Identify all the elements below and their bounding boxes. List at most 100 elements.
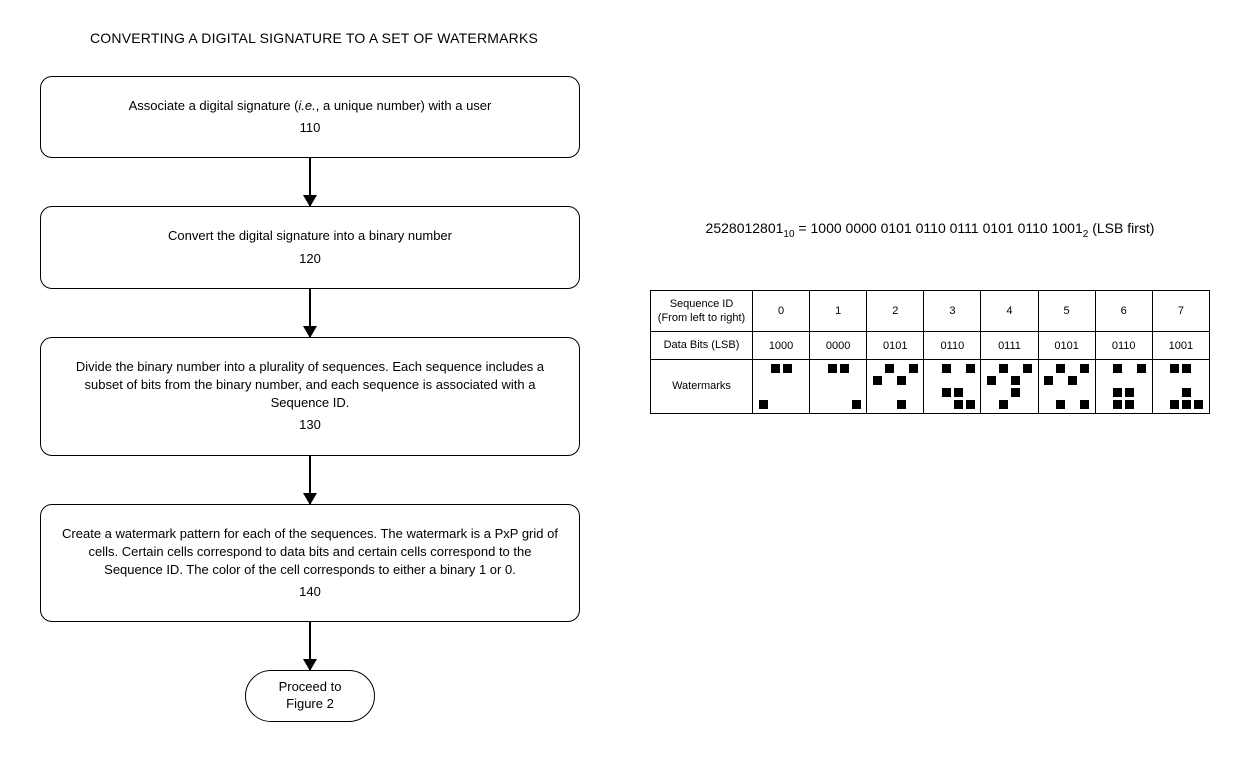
watermark-dot bbox=[1044, 400, 1053, 409]
watermark-dot bbox=[954, 400, 963, 409]
watermark-dot bbox=[1044, 376, 1053, 385]
watermark-grid bbox=[987, 364, 1032, 409]
watermark-dot bbox=[909, 400, 918, 409]
watermark-dot bbox=[930, 388, 939, 397]
watermark-dot bbox=[1068, 376, 1077, 385]
watermark-dot bbox=[942, 388, 951, 397]
watermark-dot bbox=[1137, 376, 1146, 385]
watermark-dot bbox=[828, 364, 837, 373]
watermark-dot bbox=[1011, 376, 1020, 385]
watermark-dot bbox=[816, 364, 825, 373]
watermark-dot bbox=[795, 364, 804, 373]
watermark-cell bbox=[1095, 359, 1152, 413]
watermark-dot bbox=[1023, 388, 1032, 397]
seqid-cell: 5 bbox=[1038, 290, 1095, 332]
step-text-post: , a unique number) with a user bbox=[316, 98, 492, 113]
databits-cell: 0101 bbox=[1038, 332, 1095, 359]
watermark-dot bbox=[795, 400, 804, 409]
databits-cell: 1001 bbox=[1152, 332, 1209, 359]
watermark-dot bbox=[873, 376, 882, 385]
databits-cell: 0111 bbox=[981, 332, 1038, 359]
watermark-dot bbox=[783, 364, 792, 373]
watermark-dot bbox=[1080, 388, 1089, 397]
watermark-grid bbox=[759, 364, 804, 409]
step-text-ital: i.e. bbox=[298, 98, 315, 113]
watermark-dot bbox=[759, 376, 768, 385]
watermark-dot bbox=[1182, 376, 1191, 385]
databits-cell: 0110 bbox=[924, 332, 981, 359]
watermark-dot bbox=[1170, 400, 1179, 409]
watermark-cell bbox=[867, 359, 924, 413]
watermark-dot bbox=[852, 364, 861, 373]
step-text: Divide the binary number into a pluralit… bbox=[76, 359, 544, 410]
watermark-cell bbox=[924, 359, 981, 413]
step-110: Associate a digital signature (i.e., a u… bbox=[40, 76, 580, 158]
watermark-dot bbox=[1080, 400, 1089, 409]
watermark-dot bbox=[1137, 388, 1146, 397]
table-row-watermarks: Watermarks bbox=[651, 359, 1210, 413]
watermark-dot bbox=[840, 364, 849, 373]
watermark-dot bbox=[771, 400, 780, 409]
watermark-grid bbox=[1158, 364, 1203, 409]
watermark-dot bbox=[1023, 376, 1032, 385]
watermark-dot bbox=[1137, 364, 1146, 373]
watermark-dot bbox=[942, 364, 951, 373]
watermark-dot bbox=[1158, 400, 1167, 409]
arrow-icon bbox=[309, 456, 311, 504]
watermark-dot bbox=[852, 376, 861, 385]
watermark-dot bbox=[1194, 400, 1203, 409]
watermark-dot bbox=[759, 388, 768, 397]
watermark-dot bbox=[1158, 364, 1167, 373]
watermark-dot bbox=[942, 400, 951, 409]
watermark-dot bbox=[1125, 400, 1134, 409]
watermark-table: Sequence ID(From left to right) 01234567… bbox=[650, 290, 1210, 414]
watermark-dot bbox=[1125, 376, 1134, 385]
step-140: Create a watermark pattern for each of t… bbox=[40, 504, 580, 623]
watermark-dot bbox=[828, 376, 837, 385]
watermark-dot bbox=[873, 400, 882, 409]
watermark-dot bbox=[1158, 376, 1167, 385]
watermark-dot bbox=[1056, 376, 1065, 385]
flowchart: Associate a digital signature (i.e., a u… bbox=[30, 76, 590, 722]
watermark-dot bbox=[852, 400, 861, 409]
watermark-dot bbox=[759, 364, 768, 373]
watermark-dot bbox=[999, 376, 1008, 385]
watermark-dot bbox=[1101, 376, 1110, 385]
watermark-dot bbox=[897, 364, 906, 373]
watermark-grid bbox=[1044, 364, 1089, 409]
watermark-dot bbox=[987, 376, 996, 385]
watermark-grid bbox=[1101, 364, 1146, 409]
watermark-dot bbox=[828, 388, 837, 397]
watermark-dot bbox=[885, 400, 894, 409]
watermark-cell bbox=[753, 359, 810, 413]
watermark-dot bbox=[966, 388, 975, 397]
watermark-dot bbox=[1101, 400, 1110, 409]
watermark-dot bbox=[1194, 376, 1203, 385]
watermark-dot bbox=[999, 364, 1008, 373]
watermark-dot bbox=[1068, 364, 1077, 373]
seqid-cell: 3 bbox=[924, 290, 981, 332]
watermark-grid bbox=[816, 364, 861, 409]
step-num: 140 bbox=[59, 583, 561, 601]
watermark-dot bbox=[942, 376, 951, 385]
watermark-dot bbox=[930, 376, 939, 385]
watermark-dot bbox=[771, 388, 780, 397]
watermark-dot bbox=[828, 400, 837, 409]
watermark-dot bbox=[771, 364, 780, 373]
step-num: 130 bbox=[59, 416, 561, 434]
watermark-dot bbox=[1182, 364, 1191, 373]
watermark-dot bbox=[885, 376, 894, 385]
step-text: Convert the digital signature into a bin… bbox=[168, 228, 452, 243]
watermark-dot bbox=[1011, 400, 1020, 409]
watermark-dot bbox=[1056, 364, 1065, 373]
watermark-cell bbox=[981, 359, 1038, 413]
watermark-dot bbox=[795, 376, 804, 385]
watermark-dot bbox=[1170, 376, 1179, 385]
watermark-dot bbox=[783, 376, 792, 385]
step-num: 120 bbox=[59, 250, 561, 268]
watermark-grid bbox=[930, 364, 975, 409]
step-num: 110 bbox=[59, 119, 561, 137]
step-text: Create a watermark pattern for each of t… bbox=[62, 526, 558, 577]
watermark-dot bbox=[1113, 388, 1122, 397]
watermark-dot bbox=[987, 364, 996, 373]
